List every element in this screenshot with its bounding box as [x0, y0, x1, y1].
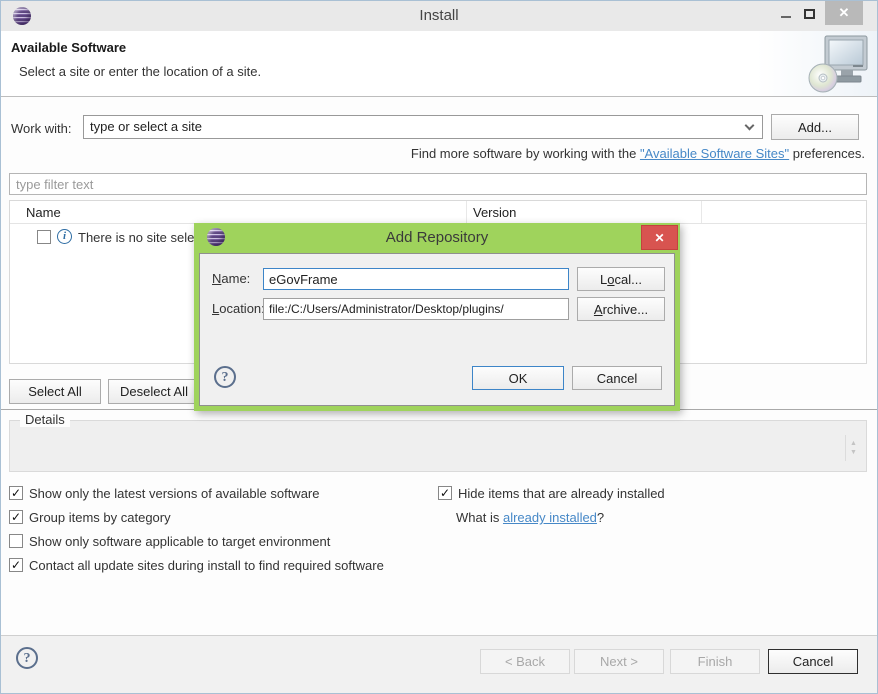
archive-button[interactable]: Archive... [577, 297, 665, 321]
what-is-suffix: ? [597, 510, 604, 525]
dialog-close-icon[interactable]: ✕ [641, 225, 678, 250]
find-more-text: Find more software by working with the "… [411, 146, 865, 161]
maximize-icon[interactable] [804, 9, 815, 19]
next-button: Next > [574, 649, 664, 674]
archive-label-rest: rchive... [603, 302, 649, 317]
checkbox-group-by-category[interactable]: ✓ [9, 510, 23, 524]
available-software-sites-link[interactable]: "Available Software Sites" [640, 146, 789, 161]
checkbox-hide-installed[interactable]: ✓ [438, 486, 452, 500]
archive-label-mnemonic: A [594, 302, 603, 317]
page-title: Available Software [11, 40, 126, 55]
install-wizard-window: Install ✕ Available Software Select a si… [0, 0, 878, 694]
chevron-down-icon[interactable] [745, 121, 755, 131]
name-label-mnemonic: N [212, 271, 221, 286]
add-button[interactable]: Add... [771, 114, 859, 140]
work-with-combo[interactable]: type or select a site [83, 115, 763, 139]
already-installed-link[interactable]: already installed [503, 510, 597, 525]
work-with-label: Work with: [11, 121, 71, 136]
location-field[interactable] [263, 298, 569, 320]
label-latest-versions: Show only the latest versions of availab… [29, 486, 320, 501]
wizard-header: Available Software Select a site or ente… [1, 31, 877, 97]
help-icon[interactable]: ? [16, 647, 38, 669]
location-label-rest: ocation: [219, 301, 265, 316]
label-target-environment: Show only software applicable to target … [29, 534, 330, 549]
column-header-version[interactable]: Version [467, 201, 702, 223]
local-label-rest: cal... [615, 272, 642, 287]
details-group: Details ▲ ▼ [9, 420, 867, 472]
dialog-help-icon[interactable]: ? [214, 366, 236, 388]
row-label: There is no site selecte [78, 230, 212, 245]
page-subtitle: Select a site or enter the location of a… [19, 64, 261, 79]
cancel-button[interactable]: Cancel [768, 649, 858, 674]
minimize-icon[interactable] [781, 16, 791, 18]
window-titlebar: Install ✕ [1, 1, 877, 31]
software-update-icon [807, 34, 869, 97]
column-header-name[interactable]: Name [10, 201, 467, 223]
name-label-rest: ame: [221, 271, 250, 286]
wizard-footer: ? < Back Next > Finish Cancel [1, 635, 877, 694]
checkbox-latest-versions[interactable]: ✓ [9, 486, 23, 500]
deselect-all-button[interactable]: Deselect All [108, 379, 200, 404]
window-title: Install [1, 7, 877, 24]
back-button: < Back [480, 649, 570, 674]
dialog-cancel-button[interactable]: Cancel [572, 366, 662, 390]
details-label: Details [20, 412, 70, 427]
find-more-prefix: Find more software by working with the [411, 146, 640, 161]
label-contact-update-sites: Contact all update sites during install … [29, 558, 384, 573]
filter-input[interactable] [9, 173, 867, 195]
checkbox-target-environment[interactable] [9, 534, 23, 548]
name-field[interactable] [263, 268, 569, 290]
location-label: Location: [212, 301, 265, 316]
label-group-by-category: Group items by category [29, 510, 171, 525]
add-repository-dialog: Add Repository ✕ Name: Local... Location… [194, 223, 680, 411]
find-more-suffix: preferences. [789, 146, 865, 161]
checkbox-contact-update-sites[interactable]: ✓ [9, 558, 23, 572]
local-label-pre: L [600, 272, 607, 287]
info-icon: i [57, 229, 72, 244]
label-hide-installed: Hide items that are already installed [458, 486, 665, 501]
select-all-button[interactable]: Select All [9, 379, 101, 404]
scroll-down-icon: ▼ [850, 449, 857, 456]
close-icon[interactable]: ✕ [825, 1, 863, 25]
local-button[interactable]: Local... [577, 267, 665, 291]
what-is-text: What is already installed? [456, 510, 604, 525]
dialog-body: Name: Local... Location: Archive... ? OK… [199, 253, 675, 406]
details-scrollbar: ▲ ▼ [845, 435, 861, 461]
work-with-combo-value: type or select a site [90, 119, 202, 134]
local-label-mnemonic: o [607, 272, 614, 287]
name-label: Name: [212, 271, 250, 286]
ok-button[interactable]: OK [472, 366, 564, 390]
table-header: Name Version [10, 201, 866, 224]
finish-button: Finish [670, 649, 760, 674]
scroll-up-icon: ▲ [850, 440, 857, 447]
dialog-title: Add Repository [194, 229, 680, 246]
what-is-prefix: What is [456, 510, 503, 525]
row-checkbox[interactable] [37, 230, 51, 244]
